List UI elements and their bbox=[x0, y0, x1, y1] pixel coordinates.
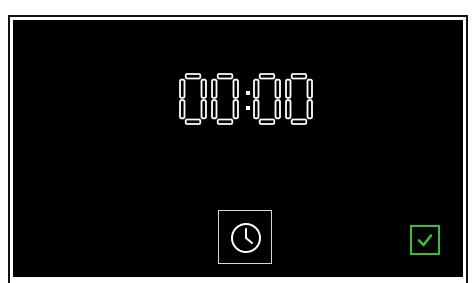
digit-1-segment-c bbox=[232, 99, 239, 120]
device-frame: 00:00 bbox=[8, 15, 468, 283]
seven-segment-digits bbox=[179, 73, 313, 125]
digit-1-segment-f bbox=[211, 78, 218, 99]
digit-2-segment-c bbox=[274, 99, 281, 120]
digit-2-segment-f bbox=[253, 78, 260, 99]
digit-0-segment-e bbox=[179, 99, 186, 120]
set-time-button[interactable] bbox=[218, 210, 272, 264]
digit-2-segment-d bbox=[258, 118, 276, 125]
time-display: 00:00 bbox=[178, 72, 318, 130]
checkmark-icon bbox=[417, 234, 433, 247]
digit-3-segment-f bbox=[285, 78, 292, 99]
colon-dot-1 bbox=[246, 91, 250, 95]
digit-1-segment-e bbox=[211, 99, 218, 120]
digit-1-segment-a bbox=[216, 73, 234, 80]
digit-2-segment-b bbox=[274, 78, 281, 99]
digit-3-segment-e bbox=[285, 99, 292, 120]
digit-0-segment-c bbox=[200, 99, 207, 120]
digit-3-segment-b bbox=[306, 78, 313, 99]
digit-3-segment-c bbox=[306, 99, 313, 120]
digit-2-segment-e bbox=[253, 99, 260, 120]
display-screen: 00:00 bbox=[13, 20, 463, 277]
confirm-button[interactable] bbox=[410, 225, 440, 255]
digit-0-segment-a bbox=[184, 73, 202, 80]
digit-0-segment-f bbox=[179, 78, 186, 99]
digit-0-segment-d bbox=[184, 118, 202, 125]
clock-icon bbox=[231, 223, 261, 253]
digit-1-segment-b bbox=[232, 78, 239, 99]
digit-1-segment-d bbox=[216, 118, 234, 125]
digit-3-segment-d bbox=[290, 118, 308, 125]
colon-dot-2 bbox=[246, 106, 250, 110]
digit-0-segment-b bbox=[200, 78, 207, 99]
digit-2-segment-a bbox=[258, 73, 276, 80]
digit-3-segment-a bbox=[290, 73, 308, 80]
